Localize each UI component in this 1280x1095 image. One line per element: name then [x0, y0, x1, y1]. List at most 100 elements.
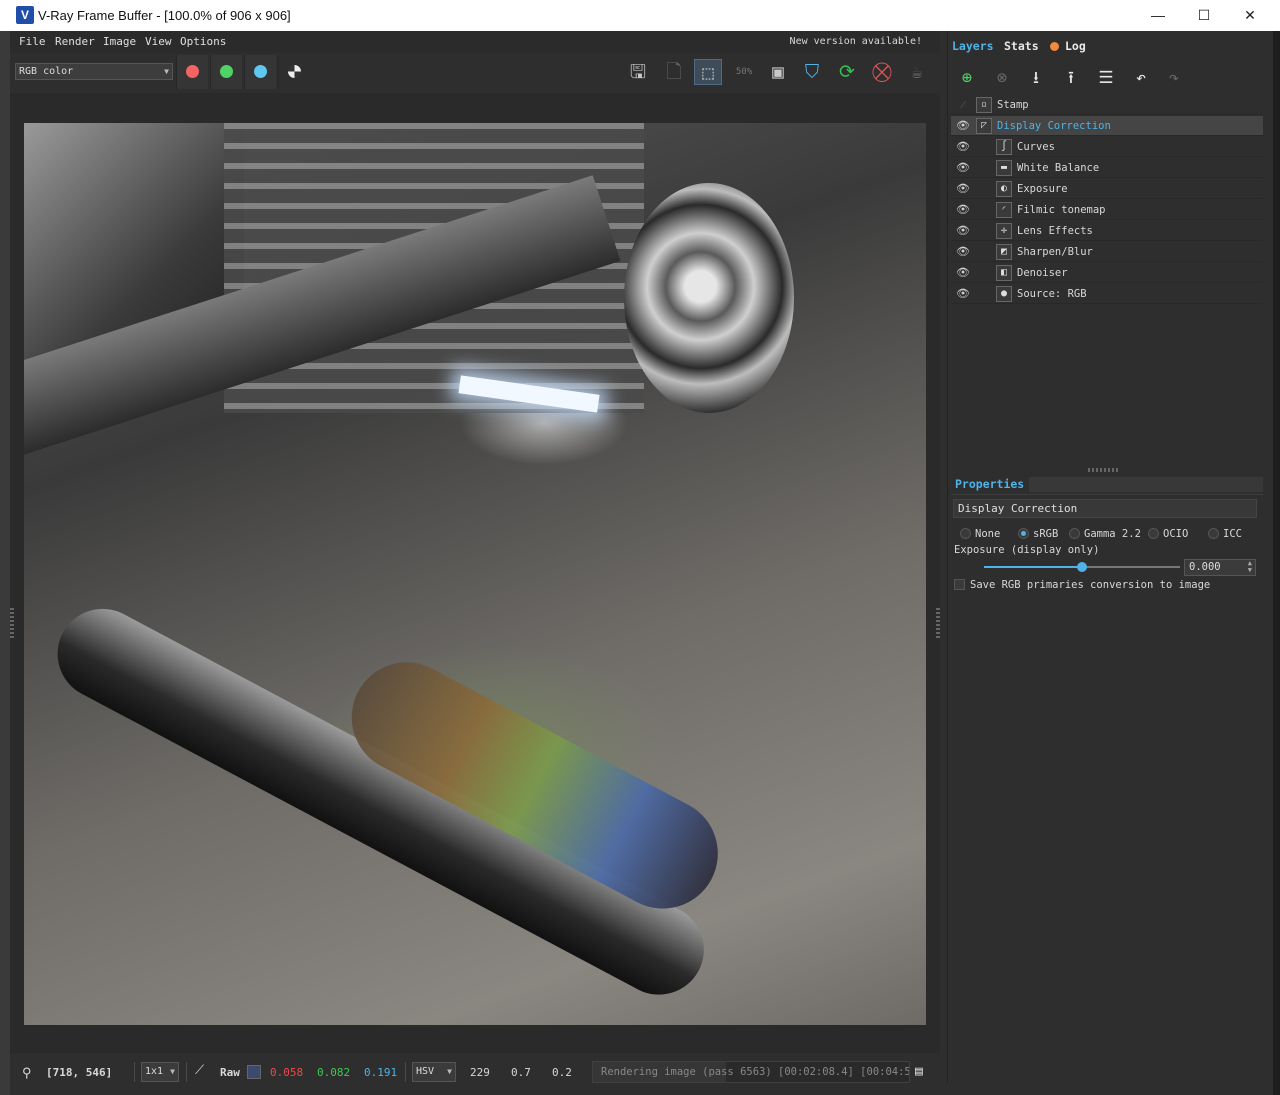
- blue-value: 0.191: [364, 1066, 398, 1079]
- green-channel-button[interactable]: [210, 55, 242, 89]
- pin-icon[interactable]: ⚲: [22, 1066, 32, 1081]
- track-mouse-icon[interactable]: ⛉: [798, 59, 826, 85]
- hue-value: 229: [470, 1066, 490, 1079]
- mode-ocio-radio[interactable]: OCIO: [1148, 528, 1188, 540]
- region-icon[interactable]: ▣: [764, 59, 792, 85]
- undo-icon[interactable]: ↶: [1127, 65, 1155, 91]
- save-icon[interactable]: 🖫: [624, 59, 652, 85]
- vray-logo-icon: V: [16, 6, 34, 24]
- teapot-icon[interactable]: ☕: [903, 59, 931, 85]
- radio-circle: [1018, 528, 1029, 539]
- tab-stats[interactable]: Stats: [1004, 35, 1039, 59]
- menu-render[interactable]: Render: [55, 35, 95, 48]
- color-space-value: HSV: [416, 1066, 435, 1077]
- maximize-button[interactable]: ☐: [1181, 0, 1227, 31]
- minimize-button[interactable]: —: [1135, 0, 1181, 31]
- progress-text: Rendering image (pass 6563) [00:02:08.4]…: [601, 1066, 910, 1078]
- spinner-arrows-icon[interactable]: ▲ ▼: [1248, 560, 1252, 574]
- region-render-icon[interactable]: ⬚: [694, 59, 722, 85]
- properties-header-bar: [1029, 477, 1263, 492]
- red-channel-button[interactable]: [176, 55, 208, 89]
- layer-row[interactable]: 👁 ∫ Curves: [951, 137, 1263, 157]
- mode-icc-radio[interactable]: ICC: [1208, 528, 1242, 540]
- layer-row[interactable]: 👁 ◐ Exposure: [951, 179, 1263, 199]
- curve-icon[interactable]: ⟋: [195, 1063, 204, 1078]
- eye-icon[interactable]: 👁: [956, 161, 970, 175]
- layer-row[interactable]: 👁 ◧ Denoiser: [951, 263, 1263, 283]
- redo-icon[interactable]: ↷: [1160, 65, 1188, 91]
- white-balance-icon: ▬: [996, 160, 1012, 176]
- layer-row[interactable]: 👁 ◩ Sharpen/Blur: [951, 242, 1263, 262]
- layer-row[interactable]: 👁 ▬ White Balance: [951, 158, 1263, 178]
- menu-image[interactable]: Image: [103, 35, 136, 48]
- layer-presets-icon[interactable]: ☰: [1092, 65, 1120, 91]
- layer-name: Source: RGB: [1017, 288, 1087, 300]
- eye-icon[interactable]: 👁: [956, 224, 970, 238]
- denoiser-icon: ◧: [996, 265, 1012, 281]
- exposure-spinner[interactable]: 0.000 ▲ ▼: [1184, 559, 1256, 576]
- right-resize-grip[interactable]: [936, 608, 940, 638]
- save-layers-icon[interactable]: ⭳: [1022, 65, 1050, 91]
- alpha-channel-button[interactable]: [278, 55, 310, 89]
- mode-srgb-radio[interactable]: sRGB: [1018, 528, 1058, 540]
- left-resize-grip[interactable]: [10, 608, 14, 638]
- layers-panel: Layers Stats Log ⊕ ⊗ ⭳ ⭱ ☰ ↶ ↷ ⁄ ▫ Stamp 👁 ◸…: [947, 31, 1267, 1083]
- zoom-50-icon[interactable]: 50%: [730, 59, 758, 85]
- chevron-down-icon: ▼: [447, 1067, 452, 1076]
- panel-splitter[interactable]: [1088, 468, 1118, 472]
- exposure-slider-handle[interactable]: [1077, 562, 1087, 572]
- layer-name: Exposure: [1017, 183, 1068, 195]
- rendered-image[interactable]: [24, 123, 926, 1025]
- close-button[interactable]: ✕: [1227, 0, 1273, 31]
- mode-gamma-radio[interactable]: Gamma 2.2: [1069, 528, 1141, 540]
- divider: [134, 1062, 135, 1082]
- blue-channel-button[interactable]: [244, 55, 276, 89]
- menu-view[interactable]: View: [145, 35, 172, 48]
- sample-size-select[interactable]: 1x1 ▼: [141, 1062, 179, 1082]
- eye-icon[interactable]: 👁: [956, 182, 970, 196]
- channel-select[interactable]: RGB color ▼: [15, 63, 173, 80]
- eye-off-icon[interactable]: ⁄: [956, 98, 970, 112]
- eye-icon[interactable]: 👁: [956, 245, 970, 259]
- display-correction-icon: ◸: [976, 118, 992, 134]
- stop-render-icon[interactable]: ⛒: [868, 59, 896, 85]
- log-toggle-icon[interactable]: ▤: [915, 1064, 923, 1079]
- layer-name: Curves: [1017, 141, 1055, 153]
- menu-file[interactable]: File: [19, 35, 46, 48]
- divider: [405, 1062, 406, 1082]
- new-version-link[interactable]: New version available!: [790, 36, 922, 47]
- layer-row[interactable]: ⁄ ▫ Stamp: [951, 95, 1263, 115]
- window-title: V-Ray Frame Buffer - [100.0% of 906 x 90…: [38, 8, 291, 23]
- sharpen-blur-icon: ◩: [996, 244, 1012, 260]
- eye-icon[interactable]: 👁: [956, 119, 970, 133]
- layer-name: White Balance: [1017, 162, 1100, 174]
- layer-row[interactable]: 👁 ◸ Display Correction: [951, 116, 1263, 136]
- properties-header: Properties: [951, 475, 1263, 495]
- load-layers-icon[interactable]: ⭱: [1057, 65, 1085, 91]
- eye-icon[interactable]: 👁: [956, 266, 970, 280]
- blue-dot-icon: [254, 65, 267, 78]
- add-layer-icon[interactable]: ⊕: [953, 65, 981, 91]
- tab-log[interactable]: Log: [1050, 35, 1086, 59]
- mode-none-radio[interactable]: None: [960, 528, 1000, 540]
- layer-row[interactable]: 👁 ◜ Filmic tonemap: [951, 200, 1263, 220]
- color-space-select[interactable]: HSV ▼: [412, 1062, 456, 1082]
- red-dot-icon: [186, 65, 199, 78]
- delete-layer-icon[interactable]: ⊗: [988, 65, 1016, 91]
- save-rgb-primaries-checkbox[interactable]: Save RGB primaries conversion to image: [954, 579, 1210, 591]
- raw-label: Raw: [220, 1066, 240, 1079]
- clear-icon[interactable]: 🗋: [660, 59, 688, 85]
- tab-layers[interactable]: Layers: [952, 35, 994, 59]
- exposure-slider[interactable]: [984, 562, 1180, 572]
- value-value: 0.2: [552, 1066, 572, 1079]
- layer-row[interactable]: 👁 ✛ Lens Effects: [951, 221, 1263, 241]
- render-viewport[interactable]: [10, 93, 940, 1053]
- eye-icon[interactable]: 👁: [956, 140, 970, 154]
- refresh-icon[interactable]: ⟳: [833, 59, 861, 85]
- layer-row[interactable]: 👁 ● Source: RGB: [951, 284, 1263, 304]
- menu-options[interactable]: Options: [180, 35, 226, 48]
- eye-icon[interactable]: 👁: [956, 203, 970, 217]
- mode-ocio-label: OCIO: [1163, 528, 1189, 540]
- eye-icon[interactable]: 👁: [956, 287, 970, 301]
- color-swatch: [247, 1065, 261, 1079]
